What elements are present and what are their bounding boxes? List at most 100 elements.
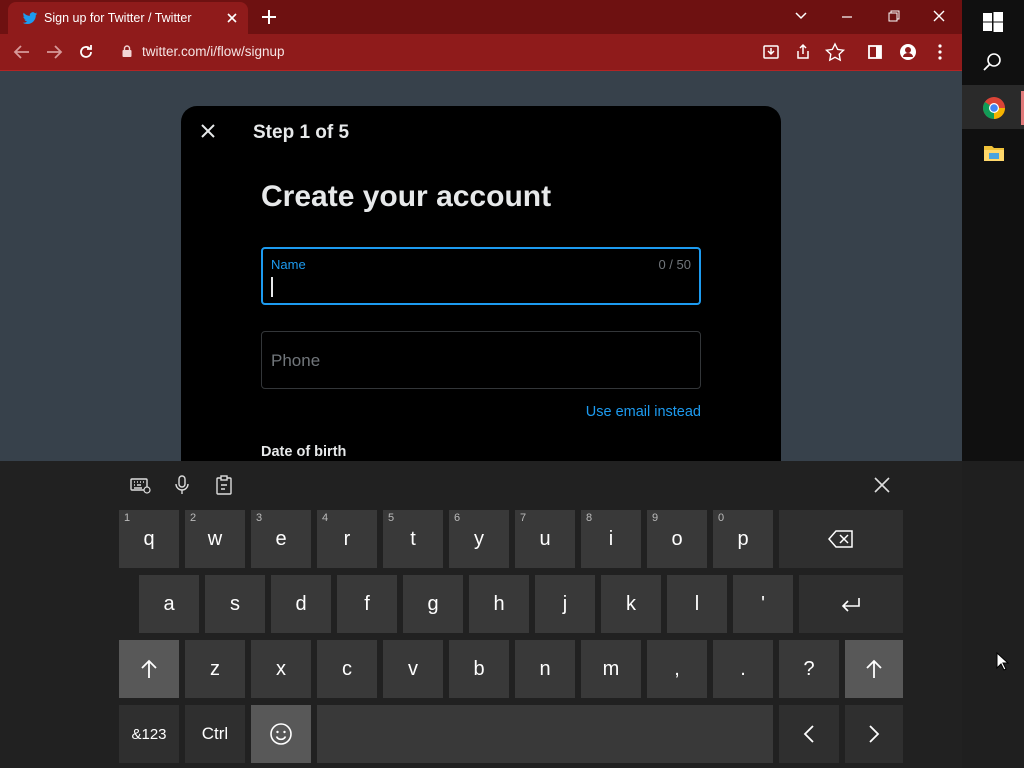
side-panel-icon[interactable] — [862, 40, 888, 64]
key-f[interactable]: f — [337, 575, 397, 633]
taskbar-search-button[interactable] — [962, 40, 1024, 84]
key-j[interactable]: j — [535, 575, 595, 633]
key-right-arrow[interactable] — [845, 705, 903, 763]
browser-toolbar: twitter.com/i/flow/signup — [0, 34, 962, 71]
backspace-icon — [828, 530, 853, 548]
twitter-bird-icon — [22, 12, 38, 25]
key-symbols[interactable]: &123 — [119, 705, 179, 763]
touch-keyboard: 1q 2w 3e 4r 5t 6y 7u 8i 9o 0p a s d f g … — [0, 461, 962, 768]
key-k[interactable]: k — [601, 575, 661, 633]
browser-tab[interactable]: Sign up for Twitter / Twitter — [8, 2, 248, 34]
key-period[interactable]: . — [713, 640, 773, 698]
close-keyboard-icon[interactable] — [870, 473, 894, 497]
taskbar — [962, 0, 1024, 461]
close-window-icon[interactable] — [926, 4, 952, 28]
key-u[interactable]: 7u — [515, 510, 575, 568]
new-tab-icon[interactable] — [258, 6, 280, 28]
chevron-down-icon[interactable] — [788, 4, 814, 28]
key-shift-left[interactable] — [119, 640, 179, 698]
clipboard-icon[interactable] — [212, 473, 236, 497]
text-caret — [271, 277, 273, 297]
taskbar-file-explorer[interactable] — [962, 130, 1024, 174]
name-label: Name — [271, 257, 306, 272]
shift-icon — [866, 659, 882, 678]
key-b[interactable]: b — [449, 640, 509, 698]
step-indicator: Step 1 of 5 — [253, 122, 350, 143]
key-apostrophe[interactable]: ' — [733, 575, 793, 633]
microphone-icon[interactable] — [170, 473, 194, 497]
key-h[interactable]: h — [469, 575, 529, 633]
key-s[interactable]: s — [205, 575, 265, 633]
mouse-cursor-icon — [996, 652, 1010, 671]
key-t[interactable]: 5t — [383, 510, 443, 568]
name-input[interactable]: Name 0 / 50 — [261, 247, 701, 305]
enter-icon — [841, 598, 860, 612]
key-w[interactable]: 2w — [185, 510, 245, 568]
search-icon — [983, 53, 1001, 71]
use-email-link[interactable]: Use email instead — [586, 404, 701, 420]
page-title: Create your account — [261, 180, 552, 213]
key-space[interactable] — [317, 705, 773, 763]
menu-dots-icon[interactable] — [927, 40, 953, 64]
key-n[interactable]: n — [515, 640, 575, 698]
key-ctrl[interactable]: Ctrl — [185, 705, 245, 763]
key-l[interactable]: l — [667, 575, 727, 633]
date-of-birth-label: Date of birth — [261, 444, 347, 460]
shift-icon — [141, 659, 157, 678]
key-c[interactable]: c — [317, 640, 377, 698]
key-shift-right[interactable] — [845, 640, 903, 698]
chrome-icon — [983, 97, 1005, 119]
key-m[interactable]: m — [581, 640, 641, 698]
close-icon[interactable] — [197, 120, 219, 142]
start-button[interactable] — [962, 0, 1024, 44]
tab-title: Sign up for Twitter / Twitter — [44, 11, 192, 25]
key-i[interactable]: 8i — [581, 510, 641, 568]
keyboard-settings-icon[interactable] — [128, 473, 152, 497]
key-a[interactable]: a — [139, 575, 199, 633]
phone-input[interactable]: Phone — [261, 331, 701, 389]
key-o[interactable]: 9o — [647, 510, 707, 568]
key-emoji[interactable] — [251, 705, 311, 763]
share-icon[interactable] — [790, 40, 816, 64]
page-viewport: Step 1 of 5 Create your account Name 0 /… — [0, 71, 962, 466]
key-x[interactable]: x — [251, 640, 311, 698]
phone-placeholder: Phone — [271, 351, 321, 370]
profile-avatar-icon[interactable] — [895, 40, 921, 64]
key-e[interactable]: 3e — [251, 510, 311, 568]
char-counter: 0 / 50 — [658, 257, 691, 272]
forward-icon[interactable] — [41, 40, 67, 64]
bookmark-star-icon[interactable] — [822, 40, 848, 64]
key-q[interactable]: 1q — [119, 510, 179, 568]
key-g[interactable]: g — [403, 575, 463, 633]
folder-icon — [984, 146, 1004, 161]
desktop-background — [962, 461, 1024, 768]
back-icon[interactable] — [9, 40, 35, 64]
key-r[interactable]: 4r — [317, 510, 377, 568]
reload-icon[interactable] — [73, 40, 99, 64]
lock-icon[interactable] — [120, 44, 134, 58]
key-p[interactable]: 0p — [713, 510, 773, 568]
key-z[interactable]: z — [185, 640, 245, 698]
key-question[interactable]: ? — [779, 640, 839, 698]
key-d[interactable]: d — [271, 575, 331, 633]
install-app-icon[interactable] — [758, 40, 784, 64]
browser-window-frame: Sign up for Twitter / Twitter twitter.co… — [0, 0, 962, 71]
key-backspace[interactable] — [779, 510, 903, 568]
emoji-icon — [270, 723, 292, 745]
signup-modal: Step 1 of 5 Create your account Name 0 /… — [181, 106, 781, 466]
key-y[interactable]: 6y — [449, 510, 509, 568]
key-left-arrow[interactable] — [779, 705, 839, 763]
key-comma[interactable]: , — [647, 640, 707, 698]
chevron-right-icon — [869, 725, 880, 743]
key-v[interactable]: v — [383, 640, 443, 698]
key-enter[interactable] — [799, 575, 903, 633]
tab-strip: Sign up for Twitter / Twitter — [0, 0, 962, 34]
chevron-left-icon — [803, 725, 814, 743]
url-text: twitter.com/i/flow/signup — [142, 44, 285, 59]
taskbar-chrome[interactable] — [962, 85, 1024, 129]
windows-logo-icon — [983, 12, 1003, 32]
minimize-icon[interactable] — [834, 4, 860, 28]
address-bar[interactable]: twitter.com/i/flow/signup — [112, 39, 752, 65]
close-tab-icon[interactable] — [222, 8, 242, 28]
restore-icon[interactable] — [880, 4, 906, 28]
